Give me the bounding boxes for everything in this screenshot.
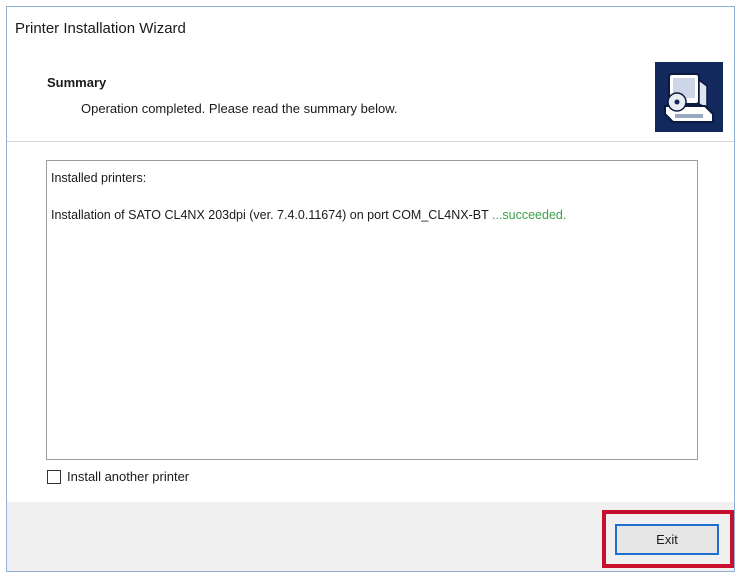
install-another-checkbox[interactable]: [47, 469, 61, 484]
install-another-option[interactable]: Install another printer: [47, 469, 189, 484]
summary-heading: Installed printers:: [51, 171, 147, 185]
summary-entry: Installation of SATO CL4NX 203dpi (ver. …: [51, 208, 566, 222]
page-subtitle: Operation completed. Please read the sum…: [81, 101, 398, 116]
summary-textbox[interactable]: Installed printers: Installation of SATO…: [46, 160, 698, 460]
summary-entry-status: ...succeeded.: [491, 208, 567, 222]
install-another-label[interactable]: Install another printer: [67, 469, 189, 484]
wizard-header: Summary Operation completed. Please read…: [7, 45, 734, 142]
wizard-content: Installed printers: Installation of SATO…: [7, 142, 734, 502]
printer-setup-icon: [655, 62, 723, 132]
wizard-window: Printer Installation Wizard Summary Oper…: [6, 6, 735, 572]
wizard-footer: Exit: [7, 502, 734, 571]
exit-button[interactable]: Exit: [615, 524, 719, 555]
title-bar: Printer Installation Wizard: [7, 7, 734, 45]
summary-entry-text: Installation of SATO CL4NX 203dpi (ver. …: [51, 208, 492, 222]
page-title: Summary: [47, 75, 107, 90]
window-title: Printer Installation Wizard: [15, 20, 186, 37]
